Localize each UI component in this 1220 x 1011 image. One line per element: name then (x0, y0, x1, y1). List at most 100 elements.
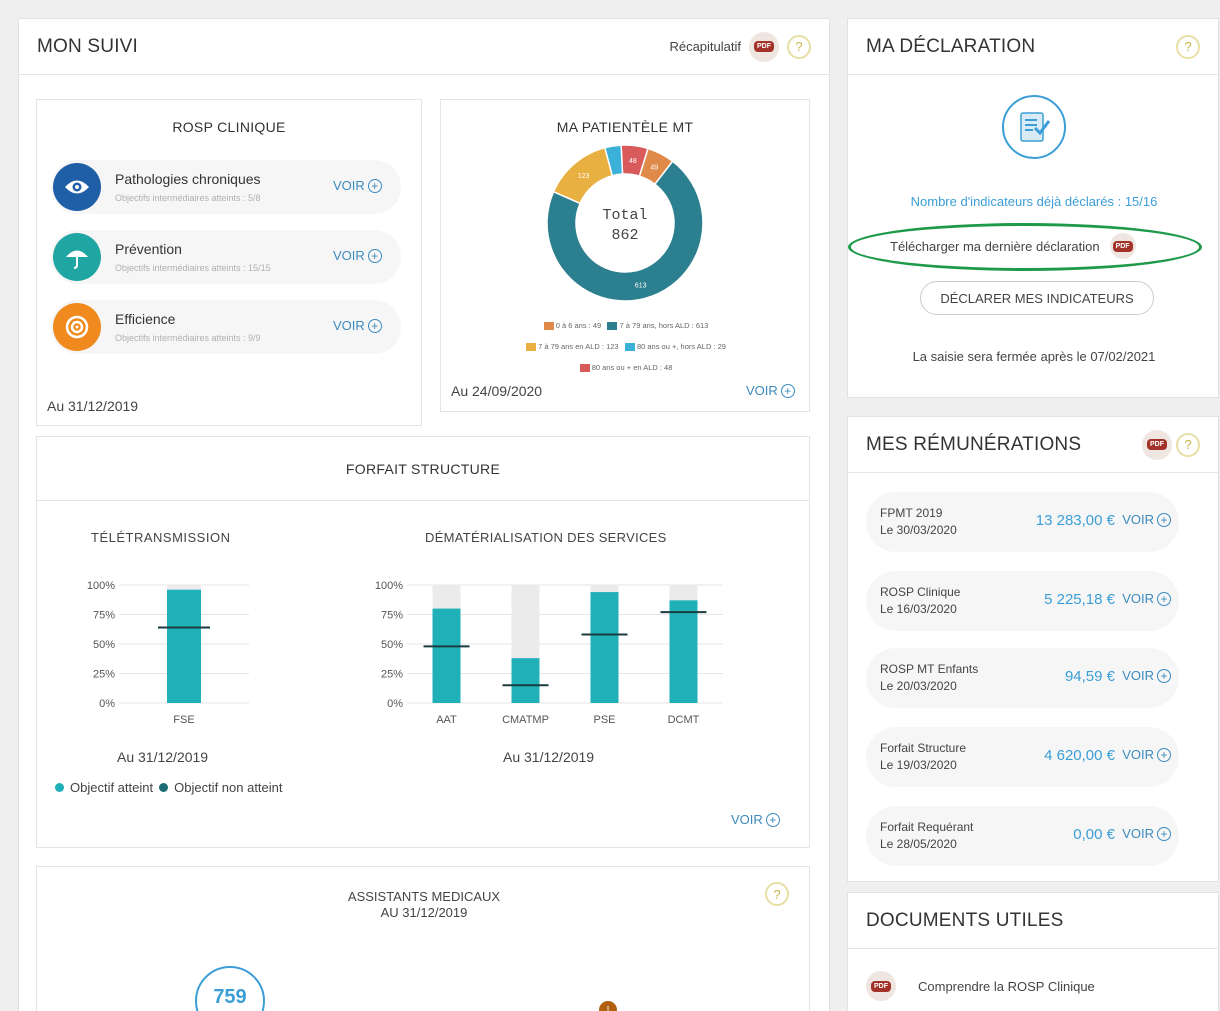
patientele-voir-link[interactable]: VOIR + (746, 383, 795, 398)
remunerations-panel: MES RÉMUNÉRATIONS PDF ? FPMT 2019 Le 30/0… (847, 416, 1219, 882)
rosp-clinique-card: ROSP CLINIQUE Pathologies chroniques Obj… (36, 99, 422, 426)
declare-indicators-button[interactable]: DÉCLARER MES INDICATEURS (920, 281, 1154, 315)
assistants-value-circle: 759 (195, 966, 265, 1011)
assistants-title-line2: AU 31/12/2019 (380, 905, 468, 920)
rosp-item-name: Prévention (115, 241, 182, 257)
rosp-item-sub: Objectifs intermédiaires atteints : 5/8 (115, 193, 261, 203)
demat-date: Au 31/12/2019 (503, 749, 595, 765)
donut-slice-label: 613 (635, 283, 647, 290)
x-tick-label: PSE (593, 714, 615, 726)
y-tick-label: 0% (99, 698, 115, 710)
plus-circle-icon: + (1157, 668, 1171, 683)
legend-dot-non-atteint (159, 783, 169, 792)
declaration-help-icon[interactable]: ? (1176, 34, 1200, 59)
legend-item: 7 à 79 ans en ALD : 123 (526, 342, 619, 352)
remuneration-item: Forfait Requérant Le 28/05/2020 0,00 € VO… (866, 806, 1179, 866)
remuneration-label: Forfait Requérant Le 28/05/2020 (880, 820, 974, 851)
recap-label[interactable]: Récapitulatif (669, 39, 741, 54)
legend-item: 0 à 6 ans : 49 (543, 321, 601, 331)
donut-slice-label: 48 (629, 158, 637, 165)
remuneration-voir-link[interactable]: VOIR + (1122, 668, 1171, 683)
remuneration-label: ROSP MT Enfants Le 20/03/2020 (880, 662, 979, 693)
declaration-document-icon (1002, 95, 1066, 159)
rosp-item-voir-link[interactable]: VOIR + (333, 318, 382, 333)
y-tick-label: 0% (387, 698, 403, 710)
recap-pdf-icon[interactable]: PDF (749, 31, 779, 62)
donut-total-label: Total (602, 207, 648, 224)
remuneration-voir-link[interactable]: VOIR + (1122, 747, 1171, 762)
download-declaration-link[interactable]: Télécharger ma dernière déclaration PDF (890, 233, 1136, 259)
plus-circle-icon: + (1157, 747, 1171, 762)
x-tick-label: FSE (173, 714, 194, 726)
remuneration-voir-link[interactable]: VOIR + (1122, 826, 1171, 841)
legend-atteint-label: Objectif atteint (70, 780, 154, 795)
remunerations-header: MES RÉMUNÉRATIONS PDF ? (848, 417, 1218, 473)
forfait-voir-link[interactable]: VOIR + (731, 812, 780, 827)
download-pdf-icon[interactable]: PDF (1109, 233, 1136, 259)
rosp-item-voir-link[interactable]: VOIR + (333, 178, 382, 193)
assistants-title-line1: ASSISTANTS MEDICAUX (347, 889, 501, 904)
document-item[interactable]: PDF Comprendre la ROSP Clinique (866, 971, 1095, 1001)
remuneration-voir-link[interactable]: VOIR + (1122, 512, 1171, 527)
plus-circle-icon: + (1157, 826, 1171, 841)
assistants-help-icon[interactable]: ? (765, 882, 789, 906)
y-tick-label: 50% (381, 639, 403, 651)
rosp-clinique-title: ROSP CLINIQUE (172, 119, 286, 135)
mon-suivi-header: MON SUIVI Récapitulatif PDF ? (19, 19, 829, 75)
legend-item: 7 à 79 ans, hors ALD : 613 (607, 321, 708, 331)
forfait-header: FORFAIT STRUCTURE (37, 437, 809, 501)
legend-item: 80 ans ou + en ALD : 48 (579, 363, 672, 373)
declaration-panel: MA DÉCLARATION ? Nombre d'indicateurs dé… (847, 18, 1219, 398)
bar (669, 600, 698, 703)
mon-suivi-help-icon[interactable]: ? (787, 34, 811, 59)
forfait-title: FORFAIT STRUCTURE (345, 460, 501, 477)
forfait-structure-card: FORFAIT STRUCTURE TÉLÉTRANSMISSION DÉMAT… (36, 436, 810, 848)
remunerations-help-icon[interactable]: ? (1176, 432, 1200, 457)
document-pdf-icon: PDF (866, 971, 896, 1001)
patientele-legend: 0 à 6 ans : 49 7 à 79 ans, hors ALD : 61… (441, 315, 811, 378)
donut-slice-label: 49 (650, 165, 658, 172)
legend-item: 80 ans ou +, hors ALD : 29 (624, 342, 726, 352)
remuneration-item: Forfait Structure Le 19/03/2020 4 620,00 … (866, 727, 1179, 787)
legend-non-atteint-label: Objectif non atteint (174, 780, 283, 795)
forfait-legend: Objectif atteint Objectif non atteint (55, 780, 283, 795)
remuneration-amount: 0,00 € (1073, 826, 1115, 843)
plus-circle-icon: + (1157, 591, 1171, 606)
remunerations-pdf-icon[interactable]: PDF (1142, 429, 1172, 460)
y-tick-label: 75% (381, 610, 403, 622)
rosp-item-pathologies[interactable]: Pathologies chroniques Objectifs intermé… (51, 160, 401, 214)
remuneration-label: FPMT 2019 Le 30/03/2020 (880, 506, 957, 537)
bar (167, 589, 201, 703)
donut-slice-label: 123 (578, 173, 590, 180)
remuneration-voir-link[interactable]: VOIR + (1122, 591, 1171, 606)
mon-suivi-title: MON SUIVI (37, 35, 139, 57)
rosp-item-sub: Objectifs intermédiaires atteints : 9/9 (115, 333, 261, 343)
patientele-title: MA PATIENTÈLE MT (556, 119, 694, 135)
documents-panel: DOCUMENTS UTILES PDF Comprendre la ROSP … (847, 892, 1219, 1011)
plus-circle-icon: + (367, 178, 382, 193)
document-label: Comprendre la ROSP Clinique (918, 978, 1095, 994)
eye-icon (53, 163, 101, 211)
documents-title: DOCUMENTS UTILES (866, 909, 1064, 931)
documents-header: DOCUMENTS UTILES (848, 893, 1218, 949)
plus-circle-icon: + (367, 318, 382, 333)
rosp-item-prevention[interactable]: Prévention Objectifs intermédiaires atte… (51, 230, 401, 284)
rosp-item-voir-link[interactable]: VOIR + (333, 248, 382, 263)
remuneration-item: ROSP Clinique Le 16/03/2020 5 225,18 € VO… (866, 571, 1179, 631)
teletrans-date: Au 31/12/2019 (117, 749, 209, 765)
legend-dot-atteint (55, 783, 64, 792)
patientele-card: MA PATIENTÈLE MT 48 49 613 123 Total 862 0 … (440, 99, 810, 412)
rosp-item-sub: Objectifs intermédiaires atteints : 15/1… (115, 263, 271, 273)
rosp-date: Au 31/12/2019 (47, 398, 139, 414)
assistants-value: 759 (213, 986, 247, 1008)
declaration-header: MA DÉCLARATION ? (848, 19, 1218, 75)
bar (511, 658, 540, 703)
plus-circle-icon: + (780, 383, 795, 398)
y-tick-label: 75% (93, 610, 115, 622)
y-tick-label: 25% (93, 669, 115, 681)
alert-badge-icon: ! (599, 1001, 617, 1011)
rosp-item-efficience[interactable]: Efficience Objectifs intermédiaires atte… (51, 300, 401, 354)
y-tick-label: 25% (381, 669, 403, 681)
remunerations-title: MES RÉMUNÉRATIONS (866, 433, 1082, 455)
teletrans-title: TÉLÉTRANSMISSION (91, 530, 231, 545)
